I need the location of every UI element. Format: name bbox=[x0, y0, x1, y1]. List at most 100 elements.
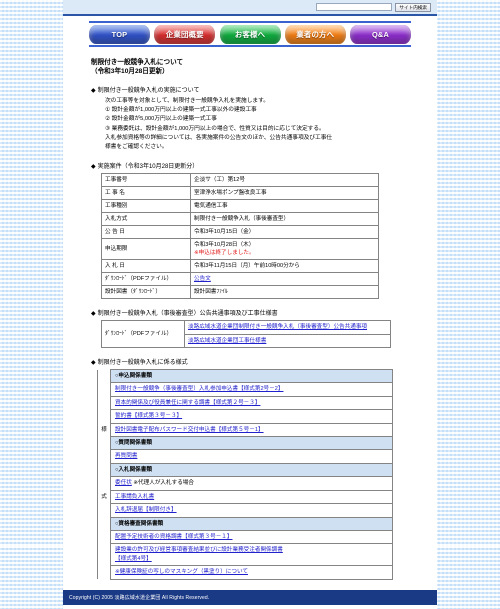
row-key: 公 告 日 bbox=[101, 225, 191, 240]
common-terms-pdf-link[interactable]: 淡路広域水道企業団制限付き一般競争入札（事後審査型）公告共通事項 bbox=[188, 324, 367, 330]
forms-row: 配置予定技術者の資格調書【様式第３号－１】 bbox=[110, 529, 393, 545]
site-frame: サイト内検索 TOP 企業団概要 お客様へ 業者の方へ Q&A 制限付き一般競争… bbox=[63, 0, 437, 609]
table-row: 入札辞退届【制限付き】 bbox=[97, 503, 393, 518]
form-row-note: ※代理人が入札する場合 bbox=[131, 480, 194, 487]
top-search-bar: サイト内検索 bbox=[63, 0, 437, 16]
row-key: 工事番号 bbox=[101, 173, 191, 188]
table-row: ﾀﾞｳﾝﾛｰﾄﾞ（PDFファイル） 淡路広域水道企業団制限付き一般競争入札（事後… bbox=[101, 320, 391, 349]
forms-table: ○申込関係書類制限付き一般競争（事後審査型）入札参加申込書【様式第2号－2】 資本… bbox=[97, 369, 393, 580]
table-row: 式工事請負入札書 bbox=[97, 489, 393, 505]
table-row: 制限付き一般競争（事後審査型）入札参加申込書【様式第2号－2】 bbox=[97, 382, 393, 397]
forms-row: 資本的関係及び役員兼任に関する調書【様式第２号－３】 bbox=[110, 395, 393, 411]
forms-vertical-label-spacer bbox=[97, 476, 111, 491]
form-document-link[interactable]: 配置予定技術者の資格調書【様式第３号－１】 bbox=[115, 534, 232, 540]
table-row: 工 事 名 室津浄水場ポンプ盤改良工事 bbox=[101, 186, 379, 201]
section-body-jisshi: 次の工事等を対象として、制限付き一般競争入札を実施します。 ① 設計金額が1,0… bbox=[105, 97, 427, 152]
nav-button-group: TOP 企業団概要 お客様へ 業者の方へ Q&A bbox=[89, 21, 411, 47]
page-title-line1: 制限付き一般競争入札について bbox=[91, 59, 184, 66]
row-value: 令和3年10月15日（金） bbox=[190, 225, 379, 240]
form-document-link[interactable]: 制限付き一般競争（事後審査型）入札参加申込書【様式第2号－2】 bbox=[115, 386, 283, 392]
table-row: 様設計図書電子配布パスワード交付申込書【様式第５号－1】 bbox=[97, 422, 393, 438]
page-root: サイト内検索 TOP 企業団概要 お客様へ 業者の方へ Q&A 制限付き一般競争… bbox=[0, 0, 500, 609]
row-value: 淡路広域水道企業団工事仕様書 bbox=[184, 333, 391, 349]
row-value: 公告文 bbox=[190, 272, 379, 287]
jisshi-note2: 様書をご確認ください。 bbox=[105, 144, 168, 151]
table-row: ○入札関係書類 bbox=[97, 462, 393, 478]
jisshi-lead: 次の工事等を対象として、制限付き一般競争入札を実施します。 bbox=[105, 98, 269, 104]
table-row: 誓約書【様式第３号－３】 bbox=[97, 409, 393, 424]
page-title-line2: （令和3年10月28日更新） bbox=[91, 68, 169, 75]
form-document-link[interactable]: 建設業の許可及び経営事項審査結果並びに設計業務受注者関係調書 【様式第4号】 bbox=[115, 547, 283, 561]
row-key: 工事種別 bbox=[101, 199, 191, 214]
diamond-bullet-icon: ◆ bbox=[91, 311, 96, 318]
common-docs-table: ﾀﾞｳﾝﾛｰﾄﾞ（PDFファイル） 淡路広域水道企業団制限付き一般競争入札（事後… bbox=[101, 320, 391, 349]
form-document-link[interactable]: 入札辞退届【制限付き】 bbox=[115, 507, 177, 513]
form-document-link[interactable]: 再質問書 bbox=[115, 453, 137, 459]
row-key: 入札方式 bbox=[101, 212, 191, 227]
footer-spacer bbox=[63, 605, 437, 609]
forms-row: 入札辞退届【制限付き】 bbox=[110, 503, 393, 518]
section-heading-jisshi: ◆ 制限付き一般競争入札の実施について bbox=[91, 85, 427, 94]
deadline-warning: ※申込は終了しました。 bbox=[194, 250, 255, 257]
nav-item-top[interactable]: TOP bbox=[89, 24, 150, 44]
nav-item-qa[interactable]: Q&A bbox=[350, 24, 411, 44]
forms-vertical-label-spacer bbox=[97, 463, 111, 477]
forms-table-body: ○申込関係書類制限付き一般競争（事後審査型）入札参加申込書【様式第2号－2】 資本… bbox=[97, 369, 393, 580]
forms-vertical-label-spacer bbox=[97, 449, 111, 464]
row-key: 入 札 日 bbox=[101, 259, 191, 274]
diamond-bullet-icon: ◆ bbox=[91, 88, 96, 94]
jisshi-item1: ① 設計金額が1,000万円以上の建築一式工事以外の建設工事 bbox=[105, 107, 257, 114]
forms-vertical-label-spacer bbox=[97, 530, 111, 544]
form-document-link[interactable]: 委任状 bbox=[115, 480, 132, 486]
koukokubun-pdf-link[interactable]: 公告文 bbox=[194, 276, 211, 282]
nav-item-gaiyo[interactable]: 企業団概要 bbox=[154, 24, 216, 44]
table-row: 申込期限 令和3年10月28日（木） ※申込は終了しました。 bbox=[101, 238, 379, 261]
nav-item-okyaku[interactable]: お客様へ bbox=[219, 24, 281, 44]
section-heading-jisshi-label: 制限付き一般競争入札の実施について bbox=[97, 88, 200, 94]
table-row: 建設業の許可及び経営事項審査結果並びに設計業務受注者関係調書 【様式第4号】 bbox=[97, 543, 393, 567]
section-heading-anken-label: 実施案件（令和3年10月28日更新分） bbox=[97, 164, 199, 171]
forms-vertical-label-spacer bbox=[97, 503, 111, 517]
forms-row: ※健康保険証の写しのマスキング（黒塗り）について bbox=[110, 565, 393, 580]
section-heading-yoshiki-label: 制限付き一般競争入札に係る様式 bbox=[97, 360, 188, 367]
bid-detail-table: 工事番号 企淡サ（工）第12号 工 事 名 室津浄水場ポンプ盤改良工事 工事種別… bbox=[101, 173, 379, 300]
table-row: 配置予定技術者の資格調書【様式第３号－１】 bbox=[97, 529, 393, 545]
row-key: ﾀﾞｳﾝﾛｰﾄﾞ（PDFファイル） bbox=[101, 272, 191, 287]
forms-vertical-label-spacer bbox=[97, 565, 111, 580]
table-row: 入札方式 制限付き一般競争入札（事後審査型） bbox=[101, 212, 379, 227]
form-document-link[interactable]: 誓約書【様式第３号－３】 bbox=[115, 413, 182, 419]
forms-row: 制限付き一般競争（事後審査型）入札参加申込書【様式第2号－2】 bbox=[110, 382, 393, 397]
row-key: ﾀﾞｳﾝﾛｰﾄﾞ（PDFファイル） bbox=[101, 320, 185, 349]
form-document-link[interactable]: 設計図書電子配布パスワード交付申込書【様式第５号－1】 bbox=[115, 427, 264, 433]
section-heading-kyotsu-label: 制限付き一般競争入札（事後審査型）公告共通事項及び工事仕様書 bbox=[97, 311, 278, 318]
site-footer: Copyright (C) 2005 淡路広域水道企業団 All Rights … bbox=[63, 589, 437, 605]
forms-vertical-label-spacer bbox=[97, 409, 111, 424]
deadline-date: 令和3年10月28日（木） bbox=[194, 242, 255, 249]
forms-group-heading: ○申込関係書類 bbox=[110, 369, 393, 384]
row-key: 設計図書（ﾀﾞｳﾝﾛｰﾄﾞ） bbox=[101, 285, 191, 300]
row-value: 令和3年11月15日（月）午前10時00分から bbox=[190, 259, 379, 274]
forms-vertical-label-spacer bbox=[97, 396, 111, 410]
form-document-link[interactable]: ※健康保険証の写しのマスキング（黒塗り）について bbox=[115, 569, 248, 575]
row-value: 設計図書ﾌｧｲﾙ bbox=[190, 285, 379, 300]
forms-row: 設計図書電子配布パスワード交付申込書【様式第５号－1】 bbox=[110, 422, 393, 438]
table-row: 工事種別 電気通信工事 bbox=[101, 199, 379, 214]
table-row: 公 告 日 令和3年10月15日（金） bbox=[101, 225, 379, 240]
jisshi-item2: ② 設計金額が5,000万円以上の建築一式工事 bbox=[105, 116, 217, 123]
nav-item-gyosha[interactable]: 業者の方へ bbox=[284, 24, 346, 44]
work-spec-pdf-link[interactable]: 淡路広域水道企業団工事仕様書 bbox=[188, 338, 266, 344]
forms-vertical-label-1: 様 bbox=[97, 423, 111, 437]
global-nav: TOP 企業団概要 お客様へ 業者の方へ Q&A bbox=[63, 16, 437, 51]
search-input[interactable] bbox=[316, 3, 393, 11]
form-document-link[interactable]: 工事請負入札書 bbox=[115, 494, 154, 500]
forms-vertical-label-2: 式 bbox=[97, 490, 111, 504]
site-search-button[interactable]: サイト内検索 bbox=[395, 2, 431, 12]
row-value: 企淡サ（工）第12号 bbox=[190, 173, 379, 188]
row-key: 申込期限 bbox=[101, 238, 191, 261]
jisshi-note1: 入札参加資格等の詳細については、各実施案件の公告文のほか、公告共通事項及び工事仕 bbox=[105, 134, 333, 141]
form-document-link[interactable]: 資本的関係及び役員兼任に関する調書【様式第２号－３】 bbox=[115, 400, 260, 406]
row-value: 淡路広域水道企業団制限付き一般競争入札（事後審査型）公告共通事項 bbox=[184, 320, 391, 335]
forms-group-heading: ○質問関係書類 bbox=[110, 436, 393, 451]
section-heading-kyotsu: ◆ 制限付き一般競争入札（事後審査型）公告共通事項及び工事仕様書 bbox=[91, 308, 427, 317]
forms-vertical-label-spacer bbox=[97, 382, 111, 397]
